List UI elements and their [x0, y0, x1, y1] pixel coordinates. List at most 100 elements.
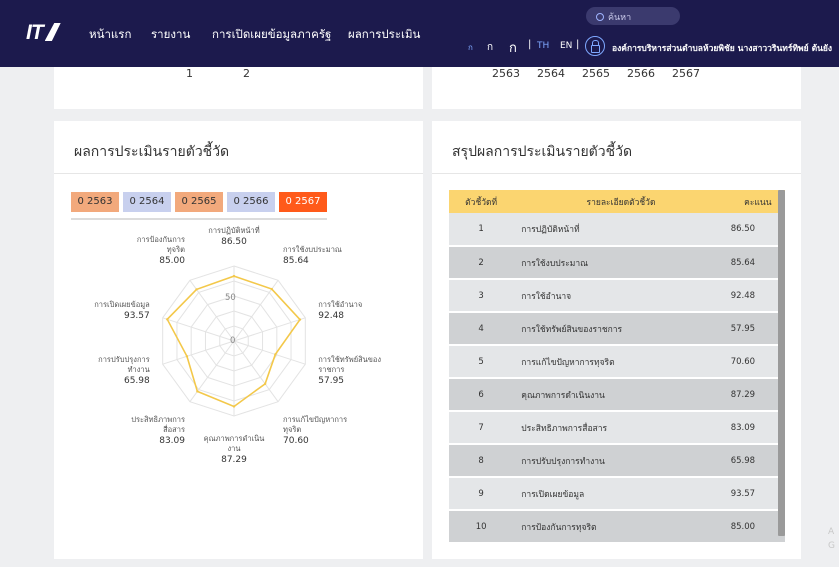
- tab-year-label: 2566: [243, 196, 269, 207]
- radar-point[interactable]: [298, 318, 302, 321]
- radar-point[interactable]: [270, 287, 273, 291]
- radar-point[interactable]: [274, 353, 277, 356]
- cell-score: 85.00: [720, 510, 785, 544]
- font-size-small-button[interactable]: ก: [468, 41, 473, 54]
- radar-axis-label-group: การปฏิบัติหน้าที่ 86.50: [189, 226, 279, 247]
- cell-score: 87.29: [720, 378, 785, 412]
- cell-indicator-detail: คุณภาพการดำเนินงาน: [513, 378, 721, 412]
- cell-indicator-no: 8: [449, 444, 514, 478]
- search-icon: [596, 13, 604, 21]
- side-hint-line: G: [828, 541, 835, 551]
- table-row[interactable]: 6 คุณภาพการดำเนินงาน 87.29: [449, 378, 785, 412]
- radar-axis-label: การใช้งบประมาณ: [283, 244, 342, 254]
- radar-value-label: 93.57: [123, 311, 150, 322]
- year-tab-2566[interactable]: 0 2566: [227, 192, 275, 212]
- radar-point[interactable]: [232, 405, 236, 408]
- radar-axis-label: งาน: [227, 444, 241, 453]
- page-number[interactable]: 2: [243, 67, 250, 80]
- font-size-medium-button[interactable]: ก: [487, 40, 493, 55]
- table-row[interactable]: 7 ประสิทธิภาพการสื่อสาร 83.09: [449, 411, 785, 445]
- radar-axis-label: การป้องกันการ: [136, 234, 185, 244]
- cell-indicator-no: 9: [449, 477, 514, 511]
- cell-score: 92.48: [720, 279, 785, 313]
- evaluation-card: ผลการประเมินรายตัวชี้วัด 0 2563 0 2564 0…: [54, 121, 423, 559]
- radar-axis-label: ราชการ: [318, 364, 345, 374]
- nav-link-public-disclosure[interactable]: การเปิดเผยข้อมูลภาครัฐ: [212, 26, 331, 44]
- year-axis-card: 2563 2564 2565 2566 2567: [432, 67, 801, 109]
- radar-spoke: [233, 340, 279, 402]
- cell-score: 57.95: [720, 312, 785, 346]
- logo-text: IT: [26, 21, 44, 44]
- radar-axis-label-group: การเปิดเผยข้อมูล 93.57: [60, 300, 150, 321]
- year-label: 2567: [672, 67, 700, 80]
- search-input[interactable]: ค้นหา: [586, 7, 680, 25]
- radar-axis-label: การใช้อำนาจ: [318, 300, 363, 310]
- cell-indicator-no: 4: [449, 312, 514, 346]
- radar-point[interactable]: [232, 274, 236, 278]
- ita-logo[interactable]: IT: [26, 21, 61, 45]
- radar-chart: [162, 265, 306, 417]
- cell-score: 85.64: [720, 246, 785, 280]
- radar-value-label: 86.50: [221, 237, 247, 247]
- radar-value-label: 85.64: [283, 255, 309, 266]
- year-tab-2564[interactable]: 0 2564: [123, 192, 171, 212]
- radar-point[interactable]: [196, 390, 199, 393]
- radar-point[interactable]: [263, 382, 267, 386]
- radar-spoke: [162, 340, 235, 365]
- year-tab-2567[interactable]: 0 2567: [279, 192, 327, 212]
- radar-axis-label-group: คุณภาพการดำเนิน งาน 87.29: [189, 434, 279, 465]
- radar-axis-label: การใช้ทรัพย์สินของ: [318, 354, 382, 364]
- radar-axis-label: การปฏิบัติหน้าที่: [208, 226, 260, 235]
- side-hint-text: AG: [828, 525, 835, 553]
- summary-title: สรุปผลการประเมินรายตัวชี้วัด: [452, 144, 633, 160]
- table-row[interactable]: 2 การใช้งบประมาณ 85.64: [449, 246, 785, 280]
- radar-spoke: [233, 340, 306, 365]
- separator: |: [576, 39, 580, 50]
- radar-point[interactable]: [185, 355, 189, 358]
- table-scrollbar[interactable]: [778, 190, 785, 536]
- table-row[interactable]: 4 การใช้ทรัพย์สินของราชการ 57.95: [449, 312, 785, 346]
- table-row[interactable]: 9 การเปิดเผยข้อมูล 93.57: [449, 477, 785, 511]
- divider: [432, 173, 801, 174]
- org-user-name[interactable]: องค์การบริหารส่วนตำบลห้วยพิชัย นางสาววริ…: [612, 41, 839, 55]
- logo-mark-icon: [44, 23, 61, 41]
- evaluation-title: ผลการประเมินรายตัวชี้วัด: [74, 144, 230, 160]
- radar-tick-label: 50: [225, 293, 236, 303]
- divider: [54, 173, 423, 174]
- page-number[interactable]: 1: [186, 67, 193, 80]
- lang-en-button[interactable]: EN: [560, 41, 572, 51]
- year-tab-2565[interactable]: 0 2565: [175, 192, 223, 212]
- lang-th-button[interactable]: TH: [537, 41, 549, 51]
- year-tab-2563[interactable]: 0 2563: [71, 192, 119, 212]
- cell-score: 65.98: [720, 444, 785, 478]
- nav-link-evaluation-results[interactable]: ผลการประเมิน: [348, 26, 420, 44]
- table-row[interactable]: 3 การใช้อำนาจ 92.48: [449, 279, 785, 313]
- nav-link-reports[interactable]: รายงาน: [151, 26, 190, 44]
- nav-link-home[interactable]: หน้าแรก: [89, 26, 131, 44]
- table-row[interactable]: 10 การป้องกันการทุจริต 85.00: [449, 510, 785, 544]
- radar-value-label: 83.09: [159, 436, 185, 447]
- tab-checkbox: 0: [181, 196, 188, 207]
- radar-axis-label: ทำงาน: [127, 364, 150, 374]
- tab-checkbox: 0: [285, 196, 292, 207]
- radar-point[interactable]: [166, 318, 169, 321]
- radar-value-label: 57.95: [318, 375, 345, 386]
- radar-value-label: 65.98: [123, 375, 150, 386]
- cell-indicator-no: 10: [449, 510, 514, 544]
- cell-indicator-detail: การปฏิบัติหน้าที่: [513, 213, 721, 247]
- year-label: 2564: [537, 67, 565, 80]
- header-indicator-detail: รายละเอียดตัวชี้วัด: [513, 190, 721, 213]
- radar-point[interactable]: [195, 288, 198, 291]
- radar-axis-label-group: การใช้อำนาจ 92.48: [318, 300, 408, 321]
- table-row[interactable]: 5 การแก้ไขปัญหาการทุจริต 70.60: [449, 345, 785, 379]
- radar-tick-label: 0: [230, 336, 236, 346]
- radar-axis-label: ทุจริต: [166, 244, 185, 254]
- radar-axis-label-group: การใช้งบประมาณ 85.64: [283, 245, 373, 266]
- tab-checkbox: 0: [77, 196, 84, 207]
- table-row[interactable]: 1 การปฏิบัติหน้าที่ 86.50: [449, 213, 785, 247]
- lock-icon[interactable]: [585, 36, 605, 56]
- table-row[interactable]: 8 การปรับปรุงการทำงาน 65.98: [449, 444, 785, 478]
- font-size-large-button[interactable]: ก: [509, 37, 517, 58]
- radar-axis-label: การปรับปรุงการ: [98, 354, 150, 364]
- header-score: คะแนน: [720, 190, 785, 213]
